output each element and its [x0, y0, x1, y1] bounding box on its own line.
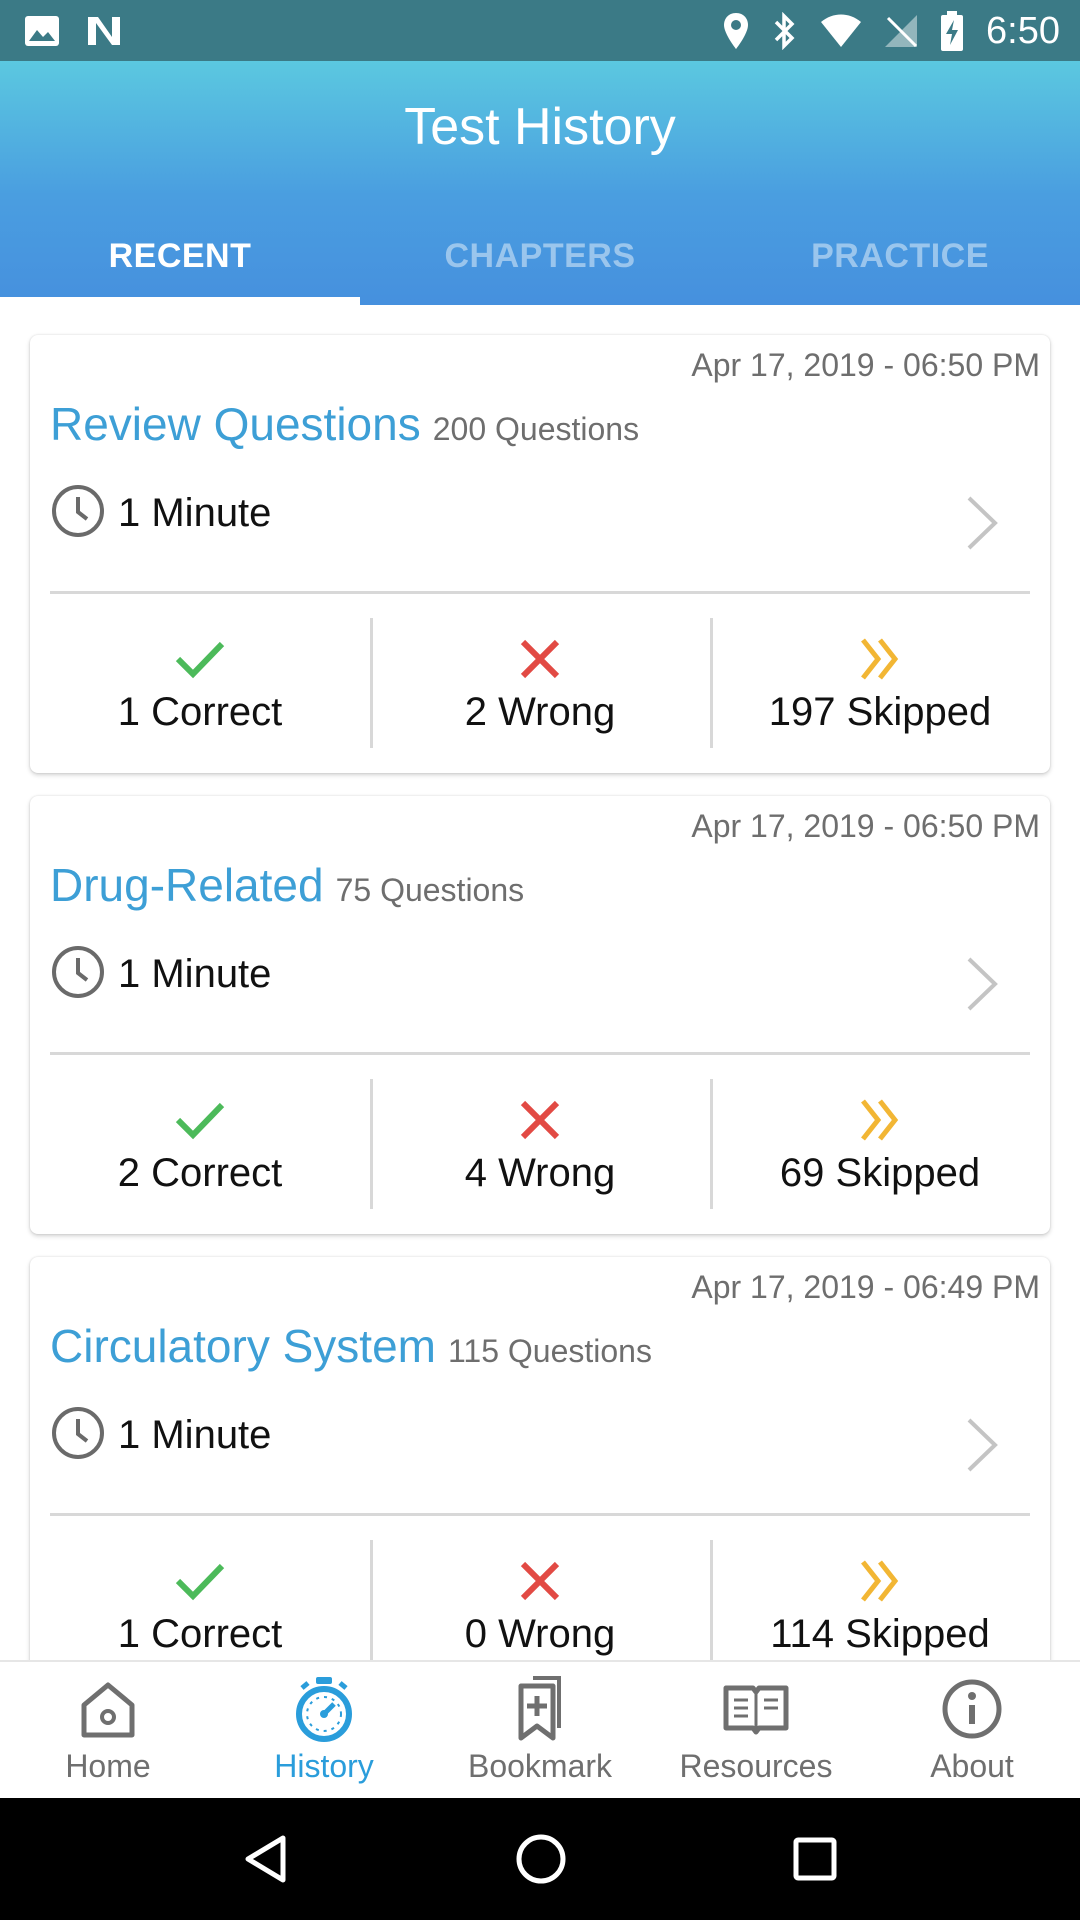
- nav-resources[interactable]: Resources: [648, 1662, 864, 1798]
- stopwatch-icon: [292, 1676, 356, 1742]
- chevron-right-icon[interactable]: [966, 495, 998, 556]
- bluetooth-icon: [772, 12, 798, 50]
- card-date: Apr 17, 2019 - 06:50 PM: [691, 808, 1040, 844]
- tab-practice[interactable]: PRACTICE: [720, 221, 1080, 305]
- clock-icon: [50, 1405, 106, 1466]
- check-icon: [175, 1554, 225, 1608]
- correct-count: 1 Correct: [117, 1612, 283, 1656]
- card-date: Apr 17, 2019 - 06:49 PM: [691, 1269, 1040, 1305]
- stat-skipped: 69 Skipped: [710, 1079, 1050, 1209]
- stat-wrong: 2 Wrong: [370, 618, 710, 748]
- stat-skipped: 197 Skipped: [710, 618, 1050, 748]
- app-header: Test History RECENT CHAPTERS PRACTICE: [0, 61, 1080, 305]
- cross-icon: [519, 1554, 561, 1608]
- stats-row: 1 Correct 2 Wrong 197 Skipped: [30, 618, 1050, 748]
- stat-correct: 2 Correct: [30, 1079, 370, 1209]
- stat-correct: 1 Correct: [30, 1540, 370, 1660]
- question-count: 115 Questions: [447, 1333, 652, 1369]
- question-count: 200 Questions: [432, 411, 640, 447]
- nav-home[interactable]: Home: [0, 1662, 216, 1798]
- question-count: 75 Questions: [335, 872, 525, 908]
- correct-count: 1 Correct: [117, 690, 283, 734]
- double-chevron-icon: [860, 1554, 900, 1608]
- nav-label: About: [930, 1748, 1014, 1784]
- image-icon: [24, 15, 60, 47]
- clock-icon: [50, 483, 106, 544]
- wrong-count: 2 Wrong: [464, 690, 616, 734]
- wrong-count: 0 Wrong: [464, 1612, 616, 1656]
- stats-row: 2 Correct 4 Wrong 69 Skipped: [30, 1079, 1050, 1209]
- double-chevron-icon: [860, 632, 900, 686]
- double-chevron-icon: [860, 1093, 900, 1147]
- skipped-count: 114 Skipped: [770, 1612, 990, 1656]
- card-title: Review Questions: [50, 398, 421, 450]
- stat-skipped: 114 Skipped: [710, 1540, 1050, 1660]
- divider: [50, 1513, 1030, 1516]
- recents-icon[interactable]: [793, 1837, 837, 1881]
- cross-icon: [519, 1093, 561, 1147]
- divider: [50, 591, 1030, 594]
- card-title: Drug-Related: [50, 859, 324, 911]
- skipped-count: 69 Skipped: [779, 1151, 981, 1195]
- nav-label: Home: [65, 1748, 151, 1784]
- book-icon: [723, 1676, 789, 1742]
- home-circle-icon[interactable]: [515, 1833, 567, 1885]
- nav-label: History: [274, 1748, 374, 1784]
- history-card[interactable]: Apr 17, 2019 - 06:50 PM Review Questions…: [30, 335, 1050, 773]
- duration: 1 Minute: [118, 952, 272, 996]
- duration: 1 Minute: [118, 1413, 272, 1457]
- nav-label: Bookmark: [467, 1748, 613, 1784]
- nav-about[interactable]: About: [864, 1662, 1080, 1798]
- divider: [50, 1052, 1030, 1055]
- info-icon: [941, 1676, 1003, 1742]
- history-list[interactable]: Apr 17, 2019 - 06:50 PM Review Questions…: [0, 305, 1080, 1660]
- bottom-nav: Home History Bookmark Resources About: [0, 1660, 1080, 1798]
- system-nav-bar: [0, 1798, 1080, 1920]
- card-date: Apr 17, 2019 - 06:50 PM: [691, 347, 1040, 383]
- n-icon: [86, 15, 122, 47]
- check-icon: [175, 1093, 225, 1147]
- nav-bookmark[interactable]: Bookmark: [432, 1662, 648, 1798]
- status-time: 6:50: [986, 9, 1060, 52]
- duration: 1 Minute: [118, 491, 272, 535]
- clock-icon: [50, 944, 106, 1005]
- tab-recent[interactable]: RECENT: [0, 221, 360, 305]
- correct-count: 2 Correct: [117, 1151, 283, 1195]
- history-card[interactable]: Apr 17, 2019 - 06:50 PM Drug-Related 75 …: [30, 796, 1050, 1234]
- stat-correct: 1 Correct: [30, 618, 370, 748]
- skipped-count: 197 Skipped: [768, 690, 992, 734]
- check-icon: [175, 632, 225, 686]
- nav-label: Resources: [679, 1748, 833, 1784]
- tab-bar: RECENT CHAPTERS PRACTICE: [0, 221, 1080, 305]
- card-title: Circulatory System: [50, 1320, 436, 1372]
- history-card[interactable]: Apr 17, 2019 - 06:49 PM Circulatory Syst…: [30, 1257, 1050, 1660]
- cross-icon: [519, 632, 561, 686]
- tab-chapters[interactable]: CHAPTERS: [360, 221, 720, 305]
- home-icon: [76, 1676, 140, 1742]
- bookmark-add-icon: [515, 1676, 565, 1742]
- stat-wrong: 4 Wrong: [370, 1079, 710, 1209]
- chevron-right-icon[interactable]: [966, 1417, 998, 1478]
- no-sim-icon: [884, 14, 918, 48]
- page-title: Test History: [404, 98, 676, 156]
- location-icon: [722, 12, 750, 50]
- stats-row: 1 Correct 0 Wrong 114 Skipped: [30, 1540, 1050, 1660]
- wrong-count: 4 Wrong: [464, 1151, 616, 1195]
- chevron-right-icon[interactable]: [966, 956, 998, 1017]
- status-bar: 6:50: [0, 0, 1080, 61]
- nav-history[interactable]: History: [216, 1662, 432, 1798]
- back-icon[interactable]: [243, 1834, 289, 1884]
- wifi-icon: [820, 14, 862, 48]
- battery-charging-icon: [940, 11, 964, 51]
- stat-wrong: 0 Wrong: [370, 1540, 710, 1660]
